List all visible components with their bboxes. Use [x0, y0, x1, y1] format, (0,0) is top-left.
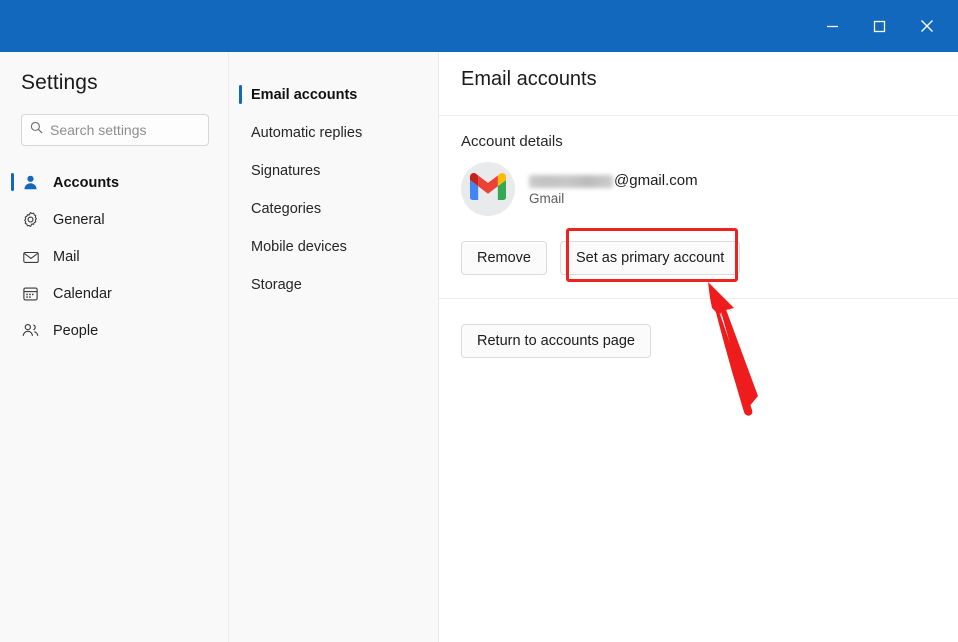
sidebar-item-label: People: [53, 322, 99, 339]
subnav-item-automatic-replies[interactable]: Automatic replies: [229, 114, 438, 152]
selection-indicator: [239, 85, 242, 104]
sidebar-item-label: General: [53, 211, 105, 228]
sidebar-nav: Accounts General Mail Calendar People: [0, 164, 229, 349]
sidebar-item-people[interactable]: People: [0, 312, 229, 349]
sidebar: Settings Search settings Accounts Genera…: [0, 52, 229, 642]
account-provider: Gmail: [529, 191, 565, 206]
sidebar-item-accounts[interactable]: Accounts: [0, 164, 229, 201]
subnav-item-label: Storage: [251, 277, 302, 293]
window-titlebar: [0, 0, 958, 52]
subnav-item-mobile-devices[interactable]: Mobile devices: [229, 228, 438, 266]
selection-indicator: [11, 321, 14, 339]
subnav-item-label: Email accounts: [251, 87, 358, 103]
subnav: Email accounts Automatic replies Signatu…: [229, 52, 439, 642]
sidebar-item-mail[interactable]: Mail: [0, 238, 229, 275]
set-as-primary-account-button[interactable]: Set as primary account: [560, 241, 741, 275]
header-divider: [439, 115, 958, 116]
close-icon: [920, 19, 934, 33]
search-placeholder: Search settings: [50, 122, 147, 138]
search-icon: [30, 121, 43, 139]
redacted-email-prefix: [529, 175, 613, 188]
envelope-icon: [21, 247, 40, 266]
subnav-item-categories[interactable]: Categories: [229, 190, 438, 228]
calendar-icon: [21, 284, 40, 303]
selection-indicator: [239, 237, 242, 256]
selection-indicator: [11, 173, 14, 191]
subnav-item-label: Categories: [251, 201, 322, 217]
gear-icon: [21, 210, 40, 229]
subnav-item-label: Mobile devices: [251, 239, 347, 255]
selection-indicator: [11, 284, 14, 302]
maximize-button[interactable]: [856, 0, 903, 52]
subnav-item-label: Automatic replies: [251, 125, 363, 141]
settings-window-body: Settings Search settings Accounts Genera…: [0, 52, 958, 642]
sidebar-item-general[interactable]: General: [0, 201, 229, 238]
avatar: [461, 162, 515, 216]
subnav-item-signatures[interactable]: Signatures: [229, 152, 438, 190]
account-text: @gmail.com Gmail: [529, 172, 698, 206]
selection-indicator: [239, 123, 242, 142]
account-email-suffix: @gmail.com: [614, 172, 698, 189]
people-icon: [21, 321, 40, 340]
subnav-item-email-accounts[interactable]: Email accounts: [229, 76, 438, 114]
selection-indicator: [239, 161, 242, 180]
minimize-icon: [826, 20, 839, 33]
sidebar-item-label: Mail: [53, 248, 80, 265]
selection-indicator: [11, 210, 14, 228]
remove-button[interactable]: Remove: [461, 241, 547, 275]
account-actions: Remove Set as primary account: [461, 241, 741, 275]
return-to-accounts-page-button[interactable]: Return to accounts page: [461, 324, 651, 358]
main-content: Email accounts Account details @gmail.co…: [439, 52, 958, 642]
maximize-icon: [873, 20, 886, 33]
search-input[interactable]: Search settings: [21, 114, 209, 146]
gmail-logo-icon: [470, 173, 506, 205]
actions-divider: [439, 298, 958, 299]
subnav-item-label: Signatures: [251, 163, 321, 179]
sidebar-item-label: Calendar: [53, 285, 112, 302]
selection-indicator: [11, 247, 14, 265]
account-email: @gmail.com: [529, 172, 698, 189]
minimize-button[interactable]: [809, 0, 856, 52]
page-title: Settings: [21, 71, 98, 94]
subnav-item-storage[interactable]: Storage: [229, 266, 438, 304]
content-page-title: Email accounts: [461, 68, 597, 90]
sidebar-item-label: Accounts: [53, 174, 120, 191]
selection-indicator: [239, 275, 242, 294]
person-icon: [21, 173, 40, 192]
sidebar-item-calendar[interactable]: Calendar: [0, 275, 229, 312]
close-button[interactable]: [903, 0, 950, 52]
selection-indicator: [239, 199, 242, 218]
account-summary: @gmail.com Gmail: [461, 162, 698, 216]
account-details-heading: Account details: [461, 133, 563, 150]
